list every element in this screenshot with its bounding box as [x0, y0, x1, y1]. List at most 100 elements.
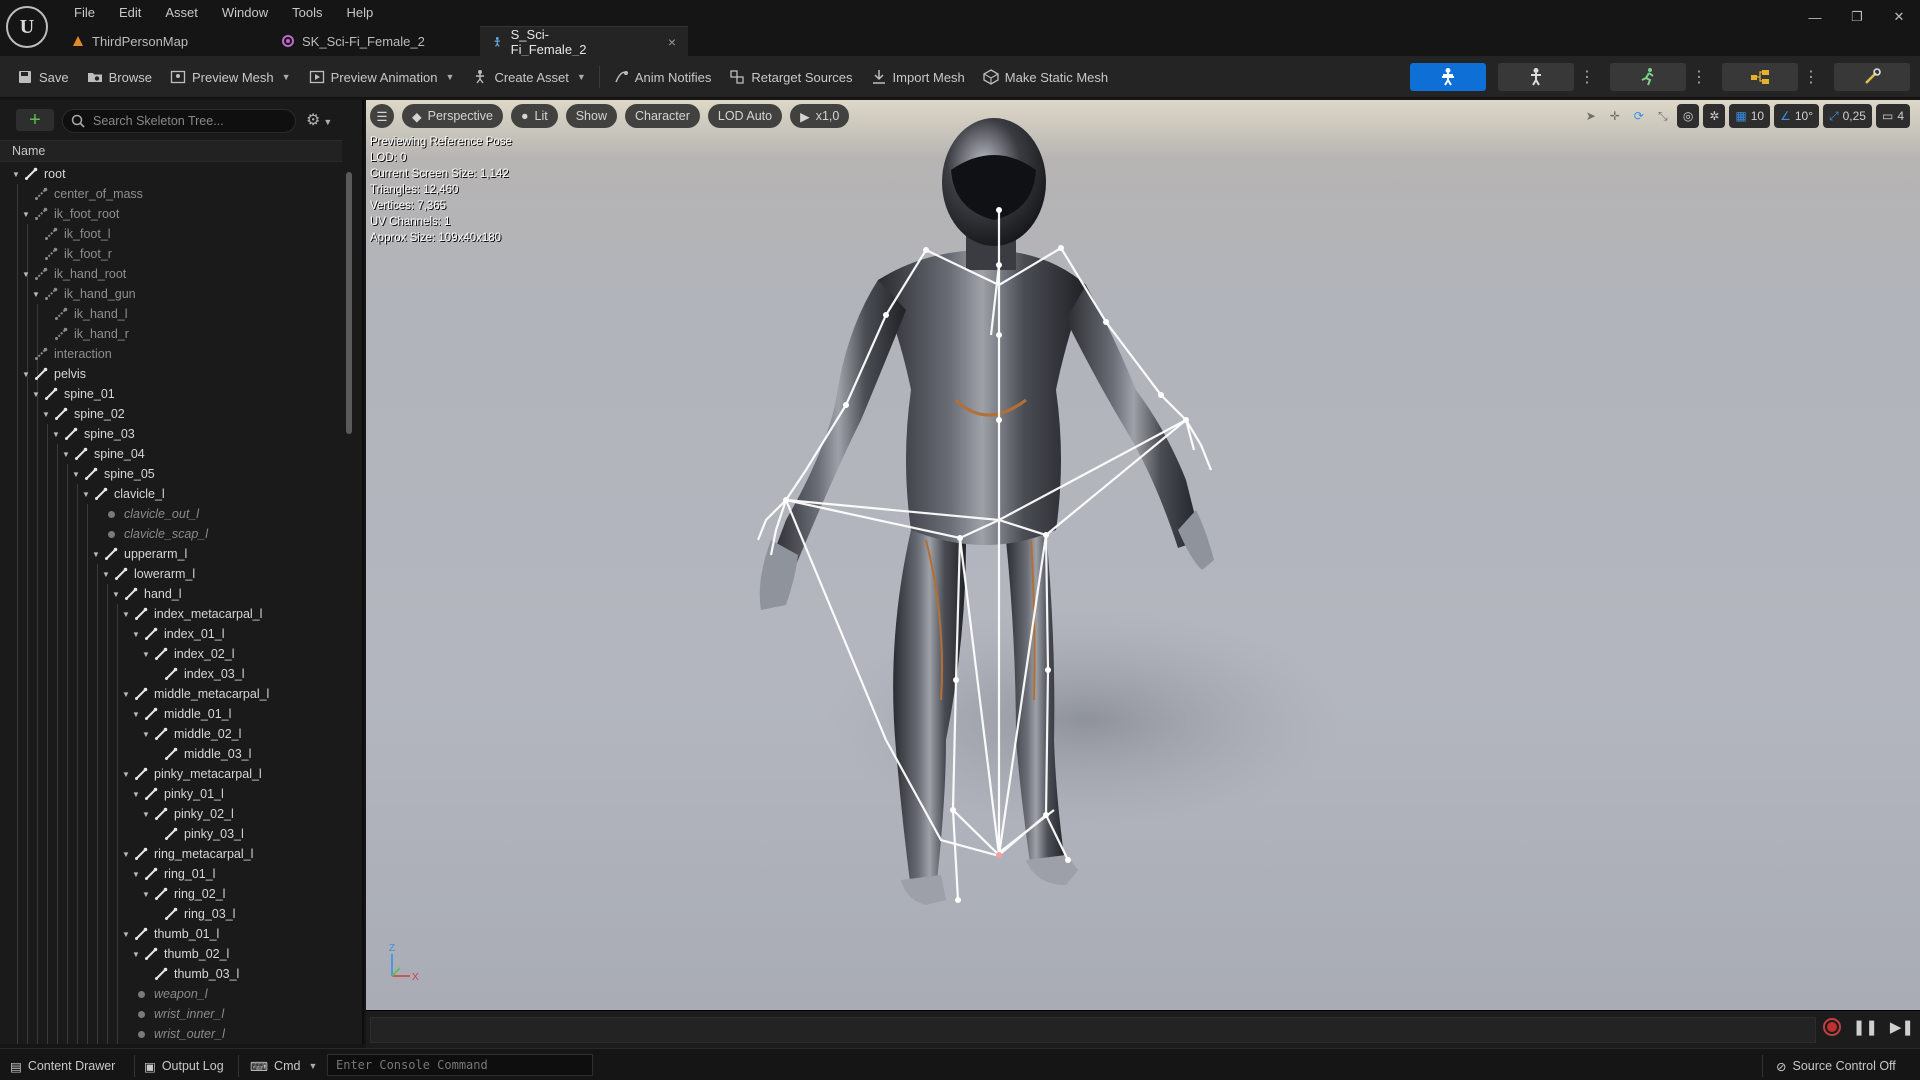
tree-row[interactable]: ▼ thumb_02_l: [132, 944, 229, 964]
expand-arrow-icon[interactable]: ▼: [122, 930, 132, 939]
tree-row[interactable]: ▼ pinky_01_l: [132, 784, 224, 804]
viewport-options-button[interactable]: ☰: [370, 104, 394, 128]
import-mesh-button[interactable]: Import Mesh: [862, 62, 974, 92]
preview-animation-button[interactable]: Preview Animation ▼: [300, 62, 464, 92]
expand-arrow-icon[interactable]: ▼: [52, 430, 62, 439]
mesh-mode-options-icon[interactable]: ⋮: [1579, 63, 1595, 91]
physics-mode-button[interactable]: [1834, 63, 1910, 91]
playback-speed-button[interactable]: ▶ x1,0: [790, 104, 850, 128]
tree-row[interactable]: thumb_03_l: [142, 964, 239, 984]
expand-arrow-icon[interactable]: ▼: [42, 410, 52, 419]
expand-arrow-icon[interactable]: ▼: [62, 450, 72, 459]
tree-row[interactable]: index_03_l: [152, 664, 244, 684]
tree-row[interactable]: weapon_l: [122, 984, 208, 1004]
translate-tool-icon[interactable]: ✛: [1605, 104, 1625, 128]
expand-arrow-icon[interactable]: ▼: [122, 610, 132, 619]
tree-row[interactable]: clavicle_out_l: [92, 504, 199, 524]
expand-arrow-icon[interactable]: ▼: [82, 490, 92, 499]
surface-snap-toggle[interactable]: ✲: [1703, 104, 1726, 128]
create-asset-button[interactable]: Create Asset ▼: [463, 62, 594, 92]
expand-arrow-icon[interactable]: ▼: [102, 570, 112, 579]
world-local-toggle[interactable]: ◎: [1676, 104, 1700, 128]
expand-arrow-icon[interactable]: ▼: [132, 790, 142, 799]
expand-arrow-icon[interactable]: ▼: [132, 630, 142, 639]
expand-arrow-icon[interactable]: ▼: [32, 390, 42, 399]
expand-arrow-icon[interactable]: ▼: [132, 950, 142, 959]
tree-row[interactable]: wrist_inner_l: [122, 1004, 224, 1024]
tree-row[interactable]: ▼ spine_02: [42, 404, 125, 424]
tree-row[interactable]: ▼ middle_metacarpal_l: [122, 684, 269, 704]
preview-viewport[interactable]: ☰ ◆ Perspective ● Lit Show Character LOD…: [366, 100, 1920, 1010]
tab-s-sci-fi-female-2[interactable]: S_Sci-Fi_Female_2 ×: [480, 26, 688, 57]
expand-arrow-icon[interactable]: ▼: [142, 810, 152, 819]
tree-row[interactable]: ▼ ring_02_l: [142, 884, 225, 904]
blueprint-mode-options-icon[interactable]: ⋮: [1803, 63, 1819, 91]
tree-row[interactable]: ▼ clavicle_l: [82, 484, 165, 504]
expand-arrow-icon[interactable]: ▼: [92, 550, 102, 559]
menu-edit[interactable]: Edit: [107, 5, 153, 20]
tree-row[interactable]: ▼ index_01_l: [132, 624, 224, 644]
unreal-logo-icon[interactable]: U: [6, 6, 48, 48]
tree-row[interactable]: ▼ spine_01: [32, 384, 115, 404]
tree-row[interactable]: ring_03_l: [152, 904, 235, 924]
grid-snap[interactable]: ▦ 10: [1729, 104, 1771, 128]
record-button[interactable]: [1822, 1018, 1841, 1036]
animation-mode-options-icon[interactable]: ⋮: [1691, 63, 1707, 91]
console-command-input[interactable]: Enter Console Command: [327, 1054, 593, 1076]
tree-row[interactable]: ▼ lowerarm_l: [102, 564, 195, 584]
menu-help[interactable]: Help: [334, 5, 385, 20]
tree-row[interactable]: ▼ root: [12, 164, 66, 184]
expand-arrow-icon[interactable]: ▼: [12, 170, 22, 179]
select-tool-icon[interactable]: ➤: [1581, 104, 1601, 128]
tree-row[interactable]: ▼ pinky_metacarpal_l: [122, 764, 262, 784]
tree-row[interactable]: ▼ spine_04: [62, 444, 145, 464]
expand-arrow-icon[interactable]: ▼: [122, 690, 132, 699]
expand-arrow-icon[interactable]: ▼: [132, 710, 142, 719]
retarget-sources-button[interactable]: Retarget Sources: [720, 62, 861, 92]
tree-row[interactable]: ik_foot_r: [32, 244, 112, 264]
add-button[interactable]: +: [16, 109, 54, 131]
expand-arrow-icon[interactable]: ▼: [32, 290, 42, 299]
expand-arrow-icon[interactable]: ▼: [72, 470, 82, 479]
tree-row[interactable]: interaction: [22, 344, 112, 364]
tree-row[interactable]: clavicle_scap_l: [92, 524, 208, 544]
expand-arrow-icon[interactable]: ▼: [122, 770, 132, 779]
rotate-tool-icon[interactable]: ⟳: [1629, 104, 1649, 128]
timeline-track[interactable]: [370, 1017, 1816, 1043]
mesh-mode-button[interactable]: [1498, 63, 1574, 91]
expand-arrow-icon[interactable]: ▼: [22, 210, 32, 219]
scale-snap[interactable]: ⤢ 0,25: [1823, 104, 1872, 128]
camera-speed[interactable]: ▭ 4: [1875, 104, 1910, 128]
tree-settings-button[interactable]: ⚙ ▼: [306, 110, 332, 130]
show-button[interactable]: Show: [565, 104, 617, 128]
tree-row[interactable]: pinky_03_l: [152, 824, 244, 844]
tree-scrollbar[interactable]: [346, 172, 352, 434]
make-static-mesh-button[interactable]: Make Static Mesh: [974, 62, 1117, 92]
tree-row[interactable]: ▼ hand_l: [112, 584, 182, 604]
scale-tool-icon[interactable]: ⤡: [1653, 104, 1673, 128]
menu-tools[interactable]: Tools: [280, 5, 334, 20]
expand-arrow-icon[interactable]: ▼: [132, 870, 142, 879]
expand-arrow-icon[interactable]: ▼: [112, 590, 122, 599]
close-tab-icon[interactable]: ×: [668, 34, 676, 50]
tree-row[interactable]: ▼ index_02_l: [142, 644, 234, 664]
cmd-dropdown[interactable]: ⌨ Cmd ▼: [250, 1055, 317, 1077]
expand-arrow-icon[interactable]: ▼: [22, 270, 32, 279]
skeleton-tree-search[interactable]: Search Skeleton Tree...: [62, 109, 296, 133]
tree-row[interactable]: ▼ upperarm_l: [92, 544, 187, 564]
maximize-button[interactable]: ❐: [1836, 0, 1878, 34]
tree-row[interactable]: wrist_outer_l: [122, 1024, 225, 1044]
menu-file[interactable]: File: [62, 5, 107, 20]
tree-row[interactable]: ▼ pinky_02_l: [142, 804, 234, 824]
lit-button[interactable]: ● Lit: [510, 104, 558, 128]
tree-row[interactable]: ▼ middle_01_l: [132, 704, 231, 724]
tree-row[interactable]: ▼ ik_hand_gun: [32, 284, 136, 304]
expand-arrow-icon[interactable]: ▼: [142, 890, 152, 899]
tree-row[interactable]: ▼ spine_03: [52, 424, 135, 444]
browse-button[interactable]: Browse: [78, 62, 161, 92]
lod-button[interactable]: LOD Auto: [707, 104, 783, 128]
tree-row[interactable]: middle_03_l: [152, 744, 251, 764]
tree-row[interactable]: ik_hand_l: [42, 304, 128, 324]
tree-row[interactable]: ▼ pelvis: [22, 364, 86, 384]
expand-arrow-icon[interactable]: ▼: [22, 370, 32, 379]
